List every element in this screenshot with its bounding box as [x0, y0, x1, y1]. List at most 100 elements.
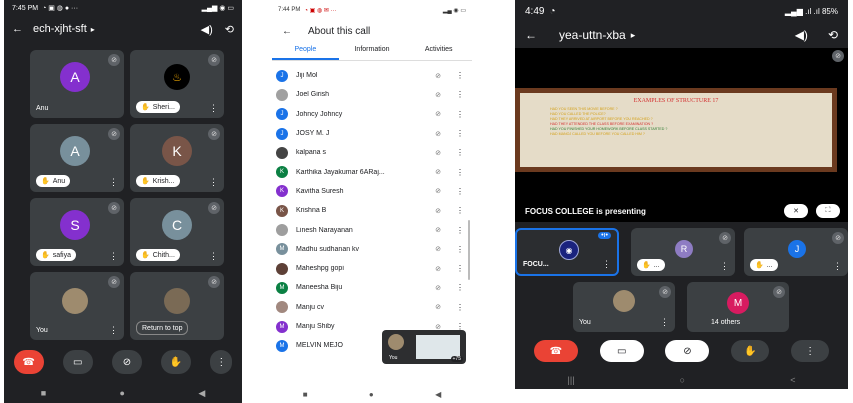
recents-icon[interactable]: ■ [41, 388, 46, 398]
participant-tile[interactable]: ⊘ A ✋ Anu ⋮ [30, 124, 124, 192]
home-icon[interactable]: ● [369, 390, 374, 399]
back-icon[interactable]: ← [12, 23, 23, 35]
speaker-icon[interactable]: ◀) [795, 28, 808, 42]
raise-hand-button[interactable]: ✋ [731, 340, 770, 362]
participant-row[interactable]: K Karthika Jayakumar 6ARaj... ⊘ ⋮ [272, 162, 472, 181]
participant-tile[interactable]: ⊘ J ✋... ⋮ [744, 228, 848, 276]
more-icon[interactable]: ⋮ [448, 168, 472, 177]
more-icon[interactable]: ⋮ [448, 303, 472, 312]
participant-tile[interactable]: ⊘ K ✋ Krish... ⋮ [130, 124, 224, 192]
participant-tile[interactable]: ⊘ Return to top [130, 272, 224, 340]
participant-row[interactable]: M Madhu sudhanan kv ⊘ ⋮ [272, 240, 472, 259]
camera-switch-icon[interactable]: ⟲ [828, 28, 838, 42]
participant-row[interactable]: kalpana s ⊘ ⋮ [272, 143, 472, 162]
more-icon[interactable]: ⋮ [209, 178, 218, 187]
more-icon[interactable]: ⋮ [448, 90, 472, 99]
back-nav-icon[interactable]: ◀ [435, 390, 441, 399]
back-icon[interactable]: ← [282, 26, 292, 37]
participant-tile[interactable]: •ı• ◉ FOCU... ⋮ [515, 228, 619, 276]
fullscreen-button[interactable]: ⛶ [816, 204, 840, 218]
more-icon[interactable]: ⋮ [660, 318, 669, 327]
participant-row[interactable]: J Jiji Mol ⊘ ⋮ [272, 66, 472, 85]
camera-switch-icon[interactable]: ⟲ [225, 23, 234, 36]
camera-toggle-button[interactable]: ▭ [62, 350, 93, 374]
camera-toggle-button[interactable]: ▭ [599, 340, 644, 362]
more-icon[interactable]: ⋮ [448, 71, 472, 80]
chevron-right-icon[interactable]: ▸ [631, 30, 636, 41]
tab-activities[interactable]: Activities [405, 42, 472, 60]
more-icon[interactable]: ⋮ [109, 252, 118, 261]
participant-row[interactable]: M Maneesha Biju ⊘ ⋮ [272, 278, 472, 297]
avatar: K [162, 136, 192, 166]
notification-icons: ◔ ▣ ◍ ● ··· [42, 5, 79, 12]
participant-row[interactable]: J Johncy Johncy ⊘ ⋮ [272, 105, 472, 124]
back-nav-icon[interactable]: < [790, 375, 795, 385]
more-icon[interactable]: ⋮ [720, 262, 729, 271]
participant-tile[interactable]: ⊘ ♨ ✋ Sheri... ⋮ [130, 50, 224, 118]
participant-row[interactable]: K Krishna B ⊘ ⋮ [272, 201, 472, 220]
status-icon: ◔ [549, 5, 556, 17]
more-icon[interactable]: ⋮ [448, 148, 472, 157]
mic-off-icon: ⊘ [435, 304, 441, 312]
recents-icon[interactable]: ||| [568, 375, 575, 385]
participant-tile[interactable]: ⊘ S ✋ safiya ⋮ [30, 198, 124, 266]
participant-tile[interactable]: ⊘ You ⋮ [30, 272, 124, 340]
participant-tile[interactable]: ⊘ R ✋... ⋮ [631, 228, 735, 276]
more-icon[interactable]: ⋮ [209, 104, 218, 113]
participant-row[interactable]: Linesh Narayanan ⊘ ⋮ [272, 220, 472, 239]
home-icon[interactable]: ○ [680, 375, 685, 385]
back-nav-icon[interactable]: ◀ [198, 388, 205, 399]
end-call-button[interactable]: ☎ [533, 340, 578, 362]
more-icon[interactable]: ⋮ [448, 110, 472, 119]
name-chip: ✋ Krish... [136, 175, 180, 187]
participant-name: Anu [52, 177, 66, 185]
chevron-right-icon[interactable]: ▸ [91, 25, 95, 34]
meet-presentation-screen: 4:49 ◔ ▂▄▆ .ıl .ıl 85% ← yea-uttn-xba ▸ … [515, 0, 848, 389]
participant-name: Manju cv [296, 303, 325, 311]
back-icon[interactable]: ← [525, 28, 537, 42]
tab-people[interactable]: People [272, 42, 339, 60]
more-options-button[interactable]: ⋮ [210, 350, 233, 374]
avatar [276, 301, 288, 314]
more-icon[interactable]: ⋮ [448, 283, 472, 292]
more-icon[interactable]: ⋮ [833, 262, 842, 271]
picture-in-picture[interactable]: You +75 [382, 330, 466, 364]
participant-row[interactable]: J JOSY M. J ⊘ ⋮ [272, 124, 472, 143]
more-options-button[interactable]: ⋮ [791, 340, 830, 362]
participant-row[interactable]: Joel Girish ⊘ ⋮ [272, 85, 472, 104]
meeting-code[interactable]: ech-xjht-sft [33, 23, 87, 35]
participant-row[interactable]: K Kavitha Suresh ⊘ ⋮ [272, 182, 472, 201]
participant-name: Karthika Jayakumar 6ARaj... [296, 168, 385, 176]
more-icon[interactable]: ⋮ [109, 178, 118, 187]
more-icon[interactable]: ⋮ [448, 206, 472, 215]
mic-off-icon: ⊘ [435, 227, 441, 235]
participant-row[interactable]: Manju cv ⊘ ⋮ [272, 298, 472, 317]
mic-toggle-button[interactable]: ⊘ [665, 340, 710, 362]
participant-tile[interactable]: ⊘ You ⋮ [573, 282, 675, 332]
home-icon[interactable]: ● [120, 388, 125, 398]
tab-information[interactable]: Information [339, 42, 406, 60]
presentation-view[interactable]: ⊘ EXAMPLES OF STRUCTURE 17 HAD YOU SEEN … [515, 48, 848, 222]
more-icon[interactable]: ⋮ [209, 252, 218, 261]
unpin-button[interactable]: ✕ [784, 204, 808, 218]
more-icon[interactable]: ⋮ [109, 326, 118, 335]
scrollbar[interactable] [468, 220, 470, 280]
participant-tile[interactable]: ⊘ A Anu [30, 50, 124, 118]
speaker-icon[interactable]: ◀) [201, 23, 213, 36]
avatar: C [162, 210, 192, 240]
raise-hand-button[interactable]: ✋ [161, 350, 192, 374]
meeting-code[interactable]: yea-uttn-xba [559, 28, 626, 42]
more-icon[interactable]: ⋮ [602, 260, 611, 269]
recents-icon[interactable]: ■ [303, 390, 308, 399]
return-to-top-button[interactable]: Return to top [136, 321, 189, 335]
app-bar: ← About this call [272, 20, 472, 42]
end-call-button[interactable]: ☎ [13, 350, 44, 374]
others-tile[interactable]: ⊘ M 14 others [687, 282, 789, 332]
participant-row[interactable]: Maheshpg gopi ⊘ ⋮ [272, 259, 472, 278]
more-icon[interactable]: ⋮ [448, 187, 472, 196]
participant-tile[interactable]: ⊘ C ✋ Chith... ⋮ [130, 198, 224, 266]
avatar: K [276, 204, 288, 217]
mic-toggle-button[interactable]: ⊘ [111, 350, 142, 374]
participant-name: Maheshpg gopi [296, 265, 344, 273]
more-icon[interactable]: ⋮ [448, 129, 472, 138]
